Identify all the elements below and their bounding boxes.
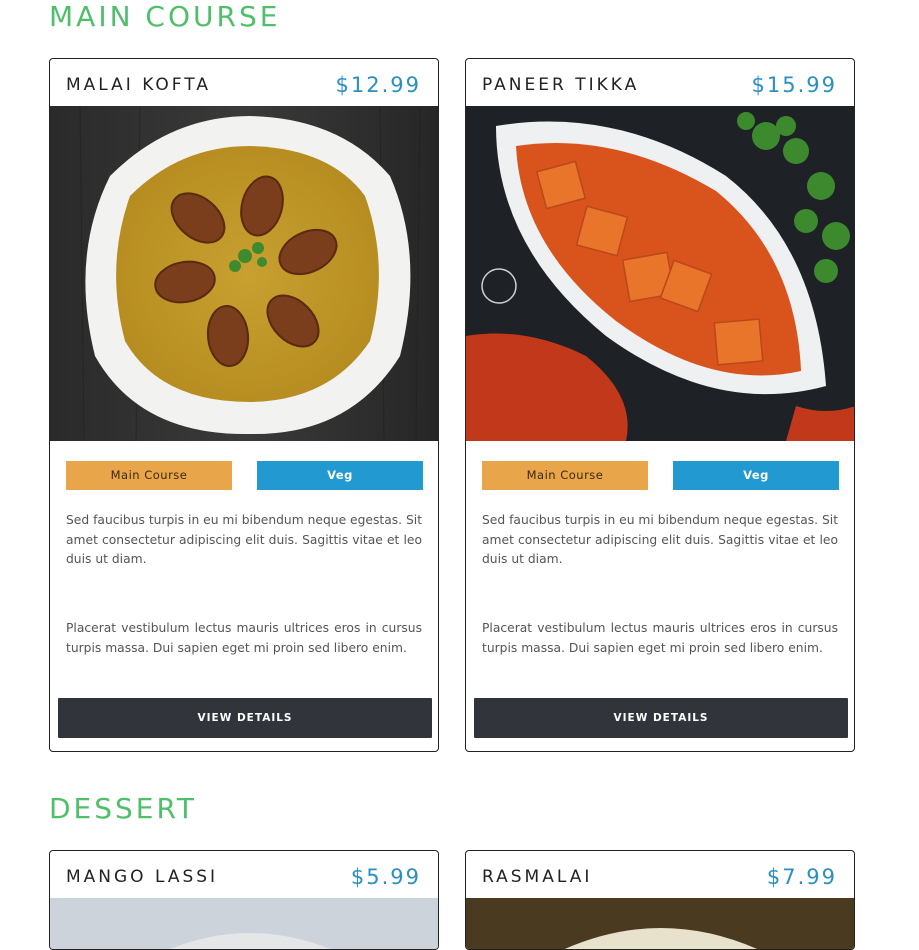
dish-description: Sed faucibus turpis in eu mi bibendum ne… [482,513,839,566]
card-header: PANEER TIKKA $15.99 [466,59,854,106]
dish-price: $5.99 [350,865,421,889]
dish-description-secondary: Placerat vestibulum lectus mauris ultric… [66,621,422,655]
dish-image [466,106,854,441]
view-details-button[interactable]: VIEW DETAILS [474,698,848,738]
section-title-main-course: MAIN COURSE [49,0,281,33]
dish-description: Sed faucibus turpis in eu mi bibendum ne… [66,513,423,566]
dish-price: $7.99 [766,865,837,889]
tag-row: Main Course Veg [466,441,854,511]
card-header: MANGO LASSI $5.99 [50,851,438,898]
dish-name: MALAI KOFTA [66,75,211,95]
card-header: RASMALAI $7.99 [466,851,854,898]
view-details-button[interactable]: VIEW DETAILS [58,698,432,738]
dish-price: $15.99 [751,73,837,97]
menu-card-rasmalai: RASMALAI $7.99 [465,850,855,950]
category-tag: Main Course [482,461,648,490]
tag-row: Main Course Veg [50,441,438,511]
dish-description-secondary: Placerat vestibulum lectus mauris ultric… [482,621,838,655]
dish-name: MANGO LASSI [66,867,219,887]
section-title-dessert: DESSERT [49,792,198,825]
menu-card-paneer-tikka: PANEER TIKKA $15.99 Main Course Veg Sed … [465,58,855,752]
card-header: MALAI KOFTA $12.99 [50,59,438,106]
dish-image [50,106,438,441]
dish-name: PANEER TIKKA [482,75,640,95]
dish-image [50,898,438,949]
category-tag: Main Course [66,461,232,490]
dish-image [466,898,854,949]
menu-card-malai-kofta: MALAI KOFTA $12.99 Main Course Veg Sed f… [49,58,439,752]
dish-name: RASMALAI [482,867,593,887]
menu-card-mango-lassi: MANGO LASSI $5.99 [49,850,439,950]
dish-price: $12.99 [335,73,421,97]
veg-tag: Veg [257,461,423,490]
veg-tag: Veg [673,461,839,490]
